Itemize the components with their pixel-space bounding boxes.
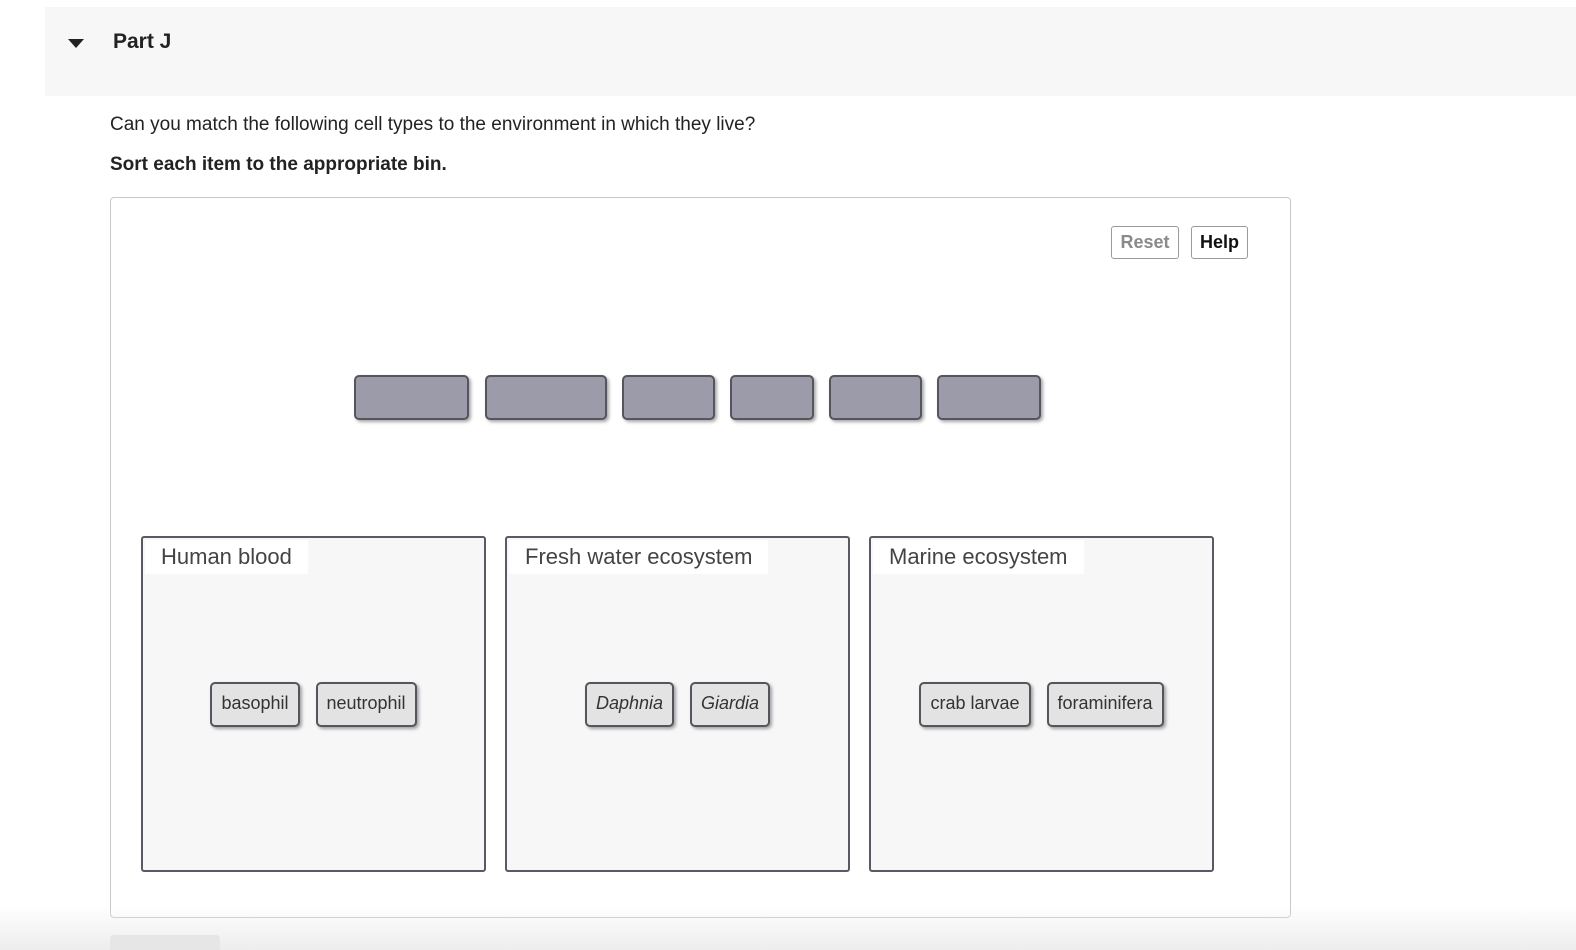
empty-item-slot	[485, 375, 607, 420]
bin-label: Human blood	[145, 540, 308, 574]
bin-marine-ecosystem[interactable]: Marine ecosystem crab larvae foraminifer…	[869, 536, 1214, 872]
empty-item-slot	[937, 375, 1041, 420]
reset-button[interactable]: Reset	[1111, 226, 1179, 259]
draggable-item-basophil[interactable]: basophil	[210, 682, 300, 727]
draggable-item-foraminifera[interactable]: foraminifera	[1046, 682, 1164, 727]
instruction-text: Sort each item to the appropriate bin.	[110, 154, 447, 175]
empty-item-slot	[829, 375, 922, 420]
help-button[interactable]: Help	[1191, 226, 1248, 259]
empty-item-slot	[730, 375, 814, 420]
bin-label: Fresh water ecosystem	[509, 540, 769, 574]
bin-items: Daphnia Giardia	[507, 682, 848, 727]
part-header[interactable]: Part J	[45, 7, 1576, 96]
part-title: Part J	[113, 30, 172, 53]
question-text: Can you match the following cell types t…	[110, 114, 756, 135]
bin-items: crab larvae foraminifera	[871, 682, 1212, 727]
draggable-item-neutrophil[interactable]: neutrophil	[315, 682, 417, 727]
bin-fresh-water-ecosystem[interactable]: Fresh water ecosystem Daphnia Giardia	[505, 536, 850, 872]
empty-item-slot	[622, 375, 715, 420]
empty-item-slot	[354, 375, 469, 420]
draggable-item-daphnia[interactable]: Daphnia	[584, 682, 675, 727]
bin-items: basophil neutrophil	[143, 682, 484, 727]
sorting-widget: Reset Help Human blood basophil neutroph…	[110, 197, 1291, 918]
bottom-tab	[110, 935, 220, 950]
bin-label: Marine ecosystem	[873, 540, 1084, 574]
caret-down-icon[interactable]	[68, 39, 84, 48]
draggable-item-giardia[interactable]: Giardia	[690, 682, 771, 727]
bin-human-blood[interactable]: Human blood basophil neutrophil	[141, 536, 486, 872]
draggable-item-crab-larvae[interactable]: crab larvae	[919, 682, 1031, 727]
